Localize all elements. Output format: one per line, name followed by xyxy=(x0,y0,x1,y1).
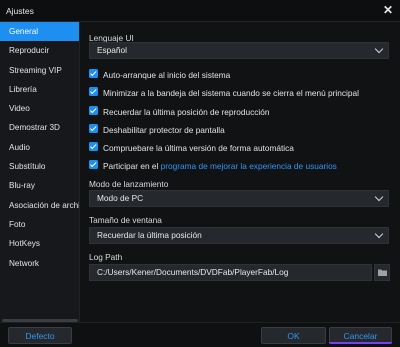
check-updates-option[interactable]: Compruebare la última versión de forma a… xyxy=(89,141,294,153)
sidebar-item-streaming-vip[interactable]: Streaming VIP xyxy=(0,61,79,80)
general-settings-panel: Lenguaje UI Español Auto-arranque al ini… xyxy=(80,22,400,322)
checkbox-checked-icon[interactable] xyxy=(89,69,98,79)
sidebar-item-general[interactable]: General xyxy=(0,22,79,42)
sidebar-item-substitulo[interactable]: Substítulo xyxy=(0,157,79,176)
sidebar-item-blu-ray[interactable]: Blu-ray xyxy=(0,176,79,195)
sidebar-item-audio[interactable]: Audio xyxy=(0,138,79,157)
sidebar-item-asociacion[interactable]: Asociación de archiv xyxy=(0,196,79,215)
default-button[interactable]: Defecto xyxy=(8,327,72,344)
settings-sidebar: General Reproducir Streaming VIP Librerí… xyxy=(0,22,80,322)
dialog-footer: Defecto OK Cancelar xyxy=(0,322,400,347)
log-path-label: Log Path xyxy=(89,252,123,262)
log-path-value: C:/Users/Kener/Documents/DVDFab/PlayerFa… xyxy=(97,267,289,277)
language-select[interactable]: Español xyxy=(89,42,389,59)
cancel-button[interactable]: Cancelar xyxy=(329,327,392,344)
checkbox-checked-icon[interactable] xyxy=(89,142,98,152)
sidebar-item-libreria[interactable]: Librería xyxy=(0,80,79,99)
log-path-field[interactable]: C:/Users/Kener/Documents/DVDFab/PlayerFa… xyxy=(89,264,372,281)
autostart-option[interactable]: Auto-arranque al inicio del sistema xyxy=(89,68,230,80)
remember-position-label: Recuerdar la última posición de reproduc… xyxy=(103,106,270,117)
checkbox-checked-icon[interactable] xyxy=(89,87,98,97)
participate-option[interactable]: Participar en el programa de mejorar la … xyxy=(89,159,337,171)
window-size-value: Recuerdar la última posición xyxy=(97,230,202,240)
launch-mode-select[interactable]: Modo de PC xyxy=(89,190,389,207)
checkbox-checked-icon[interactable] xyxy=(89,124,98,134)
check-updates-label: Compruebare la última versión de forma a… xyxy=(103,142,294,153)
minimize-to-tray-option[interactable]: Minimizar a la bandeja del sistema cuand… xyxy=(89,86,359,98)
close-icon[interactable]: ✕ xyxy=(383,3,393,17)
ok-button[interactable]: OK xyxy=(261,327,326,344)
sidebar-item-network[interactable]: Network xyxy=(0,254,79,273)
checkbox-checked-icon[interactable] xyxy=(89,106,98,116)
chevron-down-icon xyxy=(374,192,384,202)
autostart-label: Auto-arranque al inicio del sistema xyxy=(103,69,231,80)
remember-position-option[interactable]: Recuerdar la última posición de reproduc… xyxy=(89,105,270,117)
chevron-down-icon xyxy=(374,44,384,54)
window-size-label: Tamaño de ventana xyxy=(89,215,162,225)
window-size-select[interactable]: Recuerdar la última posición xyxy=(89,227,389,244)
improvement-program-link[interactable]: programa de mejorar la experiencia de us… xyxy=(161,161,337,171)
browse-folder-button[interactable] xyxy=(374,264,390,281)
sidebar-item-video[interactable]: Video xyxy=(0,99,79,118)
sidebar-item-hotkeys[interactable]: HotKeys xyxy=(0,234,79,253)
disable-screensaver-option[interactable]: Deshabilitar protector de pantalla xyxy=(89,123,225,135)
chevron-down-icon xyxy=(374,229,384,239)
title-bar: Ajustes ✕ xyxy=(0,0,400,22)
launch-mode-value: Modo de PC xyxy=(97,193,144,203)
language-value: Español xyxy=(97,45,127,55)
sidebar-item-reproducir[interactable]: Reproducir xyxy=(0,41,79,60)
sidebar-item-foto[interactable]: Foto xyxy=(0,215,79,234)
window-title: Ajustes xyxy=(6,6,34,16)
minimize-to-tray-label: Minimizar a la bandeja del sistema cuand… xyxy=(103,87,359,98)
sidebar-item-demostrar-3d[interactable]: Demostrar 3D xyxy=(0,118,79,137)
disable-screensaver-label: Deshabilitar protector de pantalla xyxy=(103,124,225,135)
launch-mode-label: Modo de lanzamiento xyxy=(89,179,169,189)
folder-icon xyxy=(378,269,387,276)
participate-prefix: Participar en el xyxy=(103,160,161,171)
checkbox-checked-icon[interactable] xyxy=(89,160,98,170)
